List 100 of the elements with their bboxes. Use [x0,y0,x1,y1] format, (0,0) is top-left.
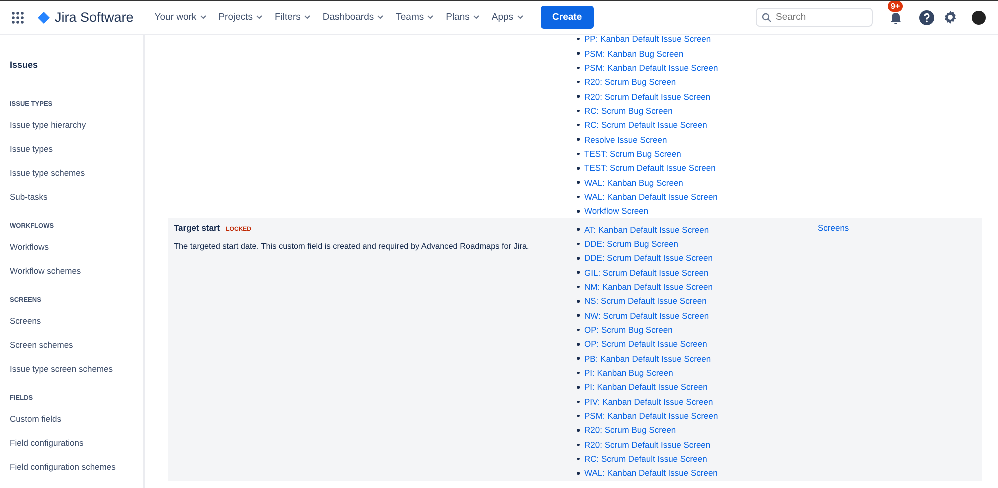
bullet-icon [577,242,580,246]
bullet-icon [577,328,580,332]
sidebar-item[interactable]: Custom fields [10,412,62,426]
search-icon [762,13,772,23]
screen-link[interactable]: OP: Scrum Default Issue Screen [584,339,708,350]
create-button[interactable]: Create [540,6,594,29]
chevron-down-icon [427,15,434,20]
bullet-icon [577,167,580,170]
help-icon[interactable] [919,10,935,26]
bullet-icon [577,257,580,260]
bullet-icon [577,110,580,112]
sidebar-item[interactable]: Screens [10,314,42,328]
bullet-icon [577,52,580,55]
chevron-down-icon [200,15,207,20]
bullet-icon [577,66,580,70]
chevron-down-icon [304,15,311,20]
sidebar-item[interactable]: Screen schemes [10,338,74,352]
sidebar-item[interactable]: Issue type screen schemes [10,362,113,376]
screen-link[interactable]: RC: Scrum Default Issue Screen [584,120,708,130]
screen-link[interactable]: PB: Kanban Default Issue Screen [584,354,712,364]
bullet-icon [577,38,580,40]
screen-link[interactable]: WAL: Kanban Default Issue Screen [584,468,718,478]
bullet-icon [577,472,580,475]
screen-link[interactable]: OP: Scrum Bug Screen [584,325,673,336]
bell-icon[interactable] [889,10,903,24]
bullet-icon [577,386,580,389]
screen-link[interactable]: PI: Kanban Default Issue Screen [584,382,708,392]
nav-menu-button[interactable]: Projects [214,8,268,27]
bullet-icon [577,400,580,404]
bullet-icon [577,372,580,374]
screen-link[interactable]: TEST: Scrum Bug Screen [584,148,682,159]
screen-link[interactable]: Workflow Screen [584,206,649,216]
screen-link[interactable]: DDE: Scrum Default Issue Screen [584,253,713,264]
screen-link[interactable]: PSM: Kanban Bug Screen [584,48,684,59]
screen-link[interactable]: WAL: Kanban Default Issue Screen [584,192,718,202]
screen-link[interactable]: RC: Scrum Bug Screen [584,106,673,116]
nav-menu-button[interactable]: Apps [486,8,529,27]
bullet-icon [577,286,580,288]
screen-link[interactable]: R20: Scrum Default Issue Screen [584,440,711,450]
screen-link[interactable]: WAL: Kanban Bug Screen [584,178,684,188]
bullet-icon [577,314,580,317]
chevron-down-icon [377,15,384,20]
bullet-icon [577,95,580,98]
chevron-down-icon [516,15,524,20]
screens-link[interactable]: Screens [818,223,850,234]
screen-link[interactable]: TEST: Scrum Default Issue Screen [584,163,716,174]
screen-link[interactable]: PI: Kanban Bug Screen [584,368,674,378]
screen-link[interactable]: DDE: Scrum Bug Screen [584,238,679,249]
sidebar-item[interactable]: Workflow schemes [10,264,82,278]
sidebar-item[interactable]: Issue type hierarchy [10,118,86,132]
chevron-down-icon [472,15,480,20]
settings-icon[interactable] [943,10,958,25]
sidebar-item[interactable]: Sub-tasks [10,190,48,204]
bullet-icon [577,80,580,84]
field-name: Target start [174,223,220,234]
screen-link[interactable]: PIV: Kanban Default Issue Screen [584,396,714,407]
screen-link[interactable]: NS: Scrum Default Issue Screen [584,296,707,306]
diamond-logo-icon [38,12,50,24]
bullet-icon [577,210,580,213]
sidebar-item[interactable]: Issue types [10,142,53,156]
product-name[interactable]: Jira Software [55,10,134,25]
sidebar-item[interactable]: Field configurations [10,436,84,450]
screen-link[interactable]: RC: Scrum Default Issue Screen [584,454,708,464]
bullet-icon [577,124,580,126]
bullet-icon [577,271,580,274]
search-field[interactable]: Search [756,8,873,27]
screen-link[interactable]: PP: Kanban Default Issue Screen [584,34,712,44]
screen-link[interactable]: AT: Kanban Default Issue Screen [584,224,710,235]
sidebar-item[interactable]: Workflows [10,240,50,254]
screen-link[interactable]: NW: Scrum Default Issue Screen [584,310,710,321]
sidebar-item[interactable]: Issue type schemes [10,166,86,180]
notification-badge: 9+ [888,1,904,12]
screen-link[interactable]: Resolve Issue Screen [584,134,668,145]
nav-menu-button[interactable]: Your work [150,8,212,27]
user-avatar[interactable] [972,10,986,24]
nav-menu-button[interactable]: Dashboards [318,8,390,27]
sidebar-item[interactable]: Field configuration schemes [10,460,116,474]
screen-link[interactable]: PSM: Kanban Default Issue Screen [584,411,718,422]
nav-menu-button[interactable]: Plans [441,8,485,27]
bullet-icon [577,138,580,141]
bullet-icon [577,152,580,156]
bullet-icon [577,357,580,360]
screen-link[interactable]: R20: Scrum Bug Screen [584,77,676,88]
app-grid-icon[interactable] [12,12,24,24]
nav-menu-button[interactable]: Teams [391,8,440,27]
nav-menu-button[interactable]: Filters [270,8,316,27]
sidebar-title: Issues [10,60,38,70]
screen-link[interactable]: GIL: Scrum Default Issue Screen [584,268,709,278]
bullet-icon [577,444,580,446]
bullet-icon [577,458,580,460]
field-description: The targeted start date. This custom field is created and required by Advanced Roadmaps for Jira. [174,241,530,254]
bullet-icon [577,228,580,231]
chevron-down-icon [256,15,264,20]
screen-link[interactable]: NM: Kanban Default Issue Screen [584,282,714,292]
screen-link[interactable]: R20: Scrum Bug Screen [584,425,676,436]
screen-link[interactable]: PSM: Kanban Default Issue Screen [584,62,718,73]
bullet-icon [577,343,580,346]
screen-link[interactable]: R20: Scrum Default Issue Screen [584,92,711,102]
bullet-icon [577,429,580,432]
bullet-icon [577,181,580,184]
